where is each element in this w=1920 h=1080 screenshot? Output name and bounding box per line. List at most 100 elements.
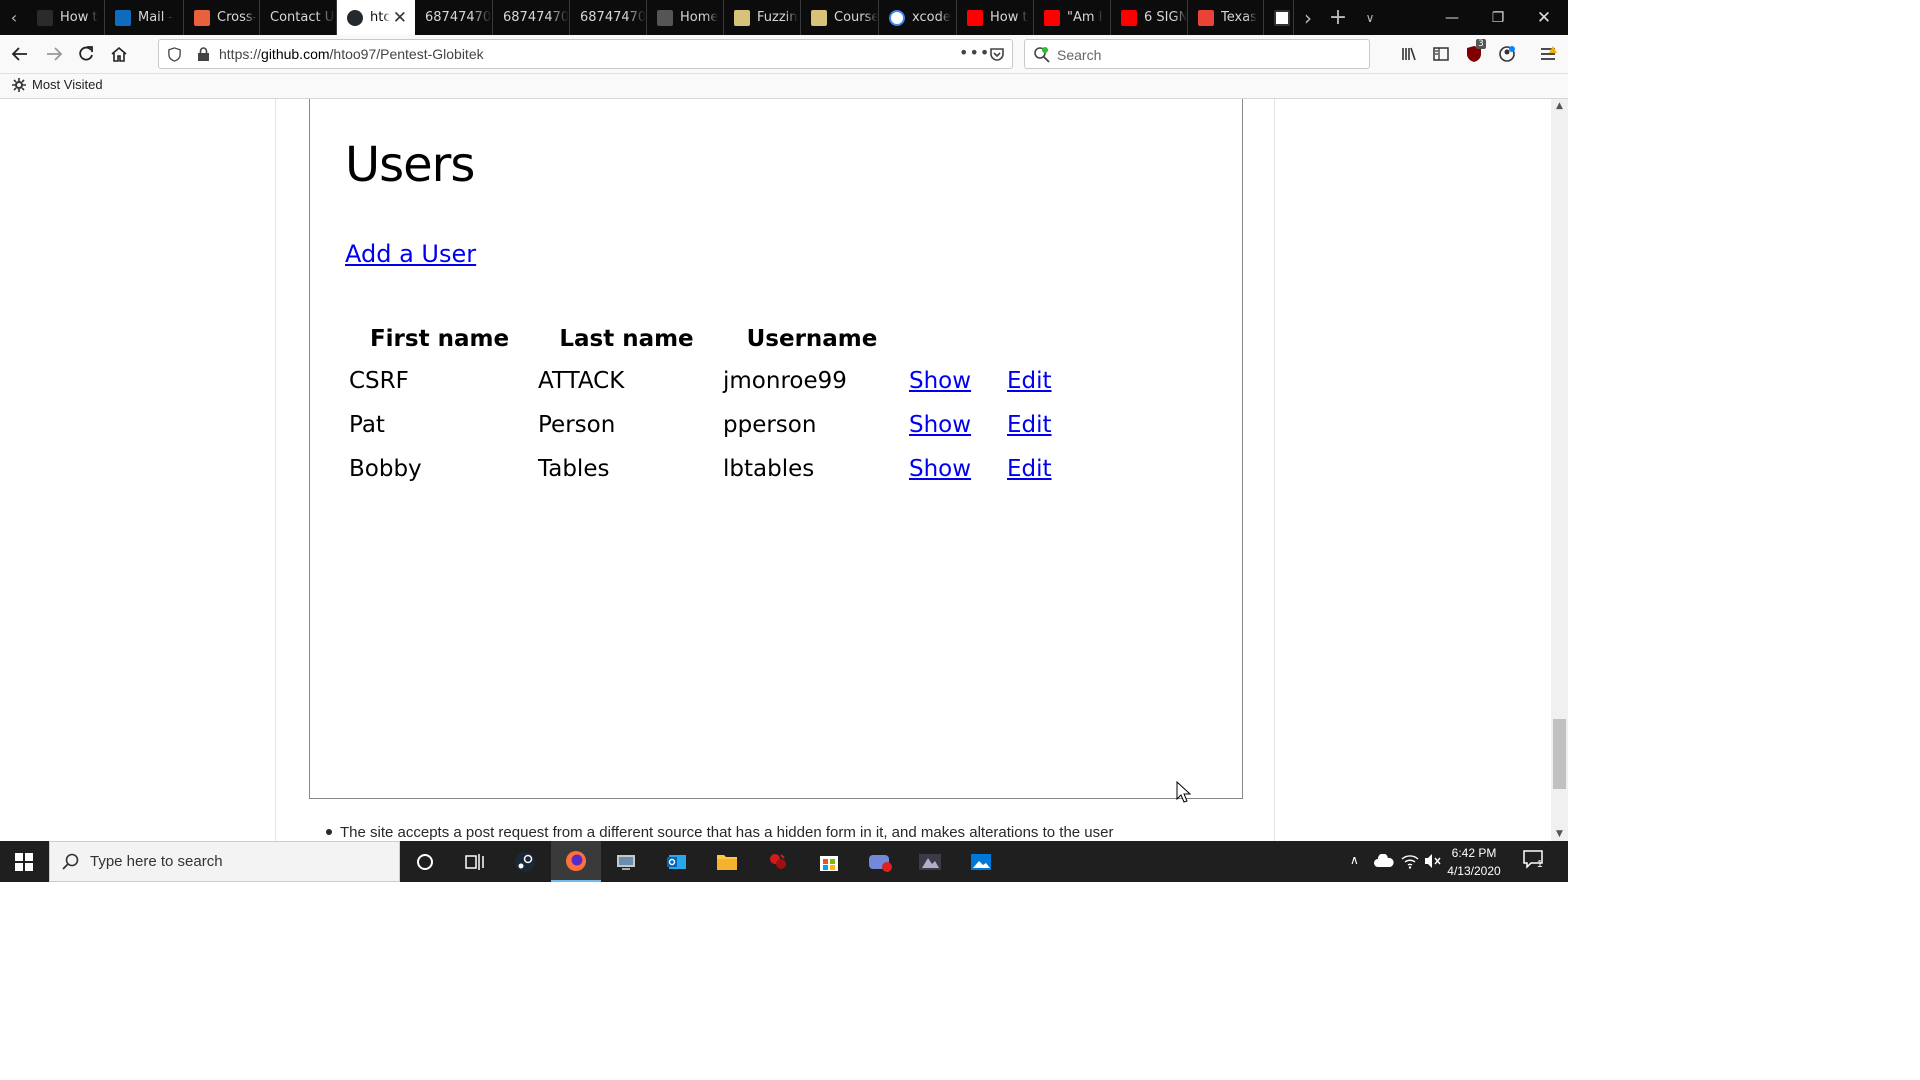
tab-strip: ‹ How t Mail - Cross- Contact Us htc ✕ 6874747…: [0, 0, 1568, 35]
tab-title: 687474703: [580, 10, 646, 25]
forward-button[interactable]: [38, 38, 70, 70]
scrollbar-thumb[interactable]: [1553, 719, 1566, 789]
tab-title: Contact Us: [270, 10, 336, 25]
app-icon-discord[interactable]: [855, 841, 905, 882]
scroll-down-arrow-icon[interactable]: ▼: [1551, 827, 1568, 841]
home-button[interactable]: [103, 38, 135, 70]
show-hidden-icons-button[interactable]: ∧: [1350, 853, 1359, 867]
tab-scroll-left-button[interactable]: ‹: [2, 0, 26, 35]
username-cell: pperson: [723, 412, 817, 438]
photos-app[interactable]: [956, 841, 1006, 882]
close-tab-icon[interactable]: ✕: [393, 8, 407, 28]
tab[interactable]: "Am I: [1034, 0, 1111, 35]
url-text[interactable]: https://github.com/htoo97/Pentest-Globit…: [219, 46, 484, 62]
app-icon-game[interactable]: [905, 841, 955, 882]
back-button[interactable]: [4, 38, 36, 70]
steam-app[interactable]: [500, 841, 550, 882]
tab-title: "Am I: [1067, 10, 1103, 25]
search-bar[interactable]: [1024, 39, 1370, 69]
tab-title: Course: [834, 10, 878, 25]
lock-icon[interactable]: [197, 47, 210, 62]
outlook-app[interactable]: [652, 841, 702, 882]
wifi-icon[interactable]: [1401, 853, 1419, 869]
restore-button[interactable]: ❐: [1475, 0, 1521, 35]
page-icon: [37, 9, 53, 26]
sidebar-button[interactable]: [1425, 38, 1457, 70]
tab[interactable]: 6 SIGN: [1111, 0, 1188, 35]
most-visited-bookmark[interactable]: Most Visited: [12, 77, 103, 92]
new-tab-button[interactable]: +: [1326, 0, 1350, 35]
action-center-button[interactable]: 1: [1522, 849, 1550, 875]
close-window-button[interactable]: ✕: [1521, 0, 1567, 35]
start-button[interactable]: [0, 841, 48, 882]
gmail-icon: [1198, 9, 1214, 26]
tab[interactable]: 687474703: [570, 0, 647, 35]
app-icon-red[interactable]: [753, 841, 803, 882]
youtube-icon: [1121, 9, 1137, 26]
edit-user-link[interactable]: Edit: [1007, 412, 1052, 438]
minimize-button[interactable]: —: [1429, 0, 1475, 35]
most-visited-label: Most Visited: [32, 77, 103, 92]
game-controller-icon: [869, 854, 892, 872]
ublock-button[interactable]: 3: [1458, 38, 1490, 70]
app-icon-monitor[interactable]: [601, 841, 651, 882]
edit-user-link[interactable]: Edit: [1007, 368, 1052, 394]
tab[interactable]: Fuzzin: [724, 0, 801, 35]
library-button[interactable]: [1393, 38, 1425, 70]
search-input[interactable]: [1055, 44, 1359, 66]
tab[interactable]: 687474703: [493, 0, 570, 35]
list-all-tabs-button[interactable]: ∨: [1358, 0, 1382, 35]
page-actions-menu-icon[interactable]: •••: [959, 43, 990, 62]
tab-title: Mail -: [138, 10, 174, 25]
onedrive-cloud-icon[interactable]: [1374, 854, 1394, 868]
show-user-link[interactable]: Show: [909, 456, 971, 482]
ublock-badge: 3: [1476, 39, 1486, 49]
taskbar-clock[interactable]: 6:42 PM 4/13/2020: [1440, 844, 1508, 880]
add-user-link[interactable]: Add a User: [345, 240, 476, 268]
tab-title: 687474703: [425, 10, 492, 25]
show-user-link[interactable]: Show: [909, 368, 971, 394]
tab[interactable]: Home: [647, 0, 724, 35]
tab-active[interactable]: htc ✕: [337, 0, 415, 35]
cortana-button[interactable]: [400, 841, 450, 882]
task-view-button[interactable]: [450, 841, 500, 882]
task-view-icon: [465, 853, 484, 870]
app-menu-button[interactable]: [1532, 38, 1564, 70]
tab[interactable]: Mail -: [105, 0, 184, 35]
last-name-cell: ATTACK: [538, 368, 625, 394]
tab[interactable]: xcode: [879, 0, 957, 35]
scroll-up-arrow-icon[interactable]: ▲: [1551, 99, 1568, 113]
tab[interactable]: Contact Us: [260, 0, 337, 35]
tab[interactable]: Cross-: [184, 0, 260, 35]
bookmarks-toolbar: Most Visited: [0, 74, 1568, 99]
firefox-app[interactable]: [551, 841, 601, 882]
first-name-cell: CSRF: [349, 368, 409, 394]
vertical-scrollbar[interactable]: ▲ ▼: [1551, 99, 1568, 841]
tab[interactable]: 687474703: [415, 0, 493, 35]
tab[interactable]: C: [1264, 0, 1294, 35]
github-icon: [347, 9, 363, 26]
tab[interactable]: Course: [801, 0, 879, 35]
file-explorer-app[interactable]: [702, 841, 752, 882]
show-user-link[interactable]: Show: [909, 412, 971, 438]
tab-title: Home: [680, 10, 719, 25]
library-icon: [1402, 47, 1416, 61]
table-header-row: First name Last name Username: [345, 319, 1083, 359]
shield-icon: [657, 9, 673, 26]
tab[interactable]: Texas: [1188, 0, 1264, 35]
tab-scroll-right-button[interactable]: ›: [1296, 0, 1320, 35]
page-title: Users: [345, 137, 475, 193]
url-bar[interactable]: https://github.com/htoo97/Pentest-Globit…: [158, 39, 1013, 69]
reload-button[interactable]: [70, 38, 102, 70]
reload-icon: [79, 46, 93, 61]
taskbar-search-box[interactable]: Type here to search: [49, 841, 400, 882]
tab[interactable]: How t: [27, 0, 105, 35]
tab[interactable]: How t: [957, 0, 1034, 35]
edit-user-link[interactable]: Edit: [1007, 456, 1052, 482]
account-button[interactable]: [1491, 38, 1523, 70]
tracking-shield-icon[interactable]: [167, 47, 182, 62]
hamburger-menu-icon: [1541, 46, 1557, 60]
pocket-icon[interactable]: [989, 46, 1005, 62]
microsoft-store-app[interactable]: [804, 841, 854, 882]
tab-title: Cross-: [217, 10, 258, 25]
